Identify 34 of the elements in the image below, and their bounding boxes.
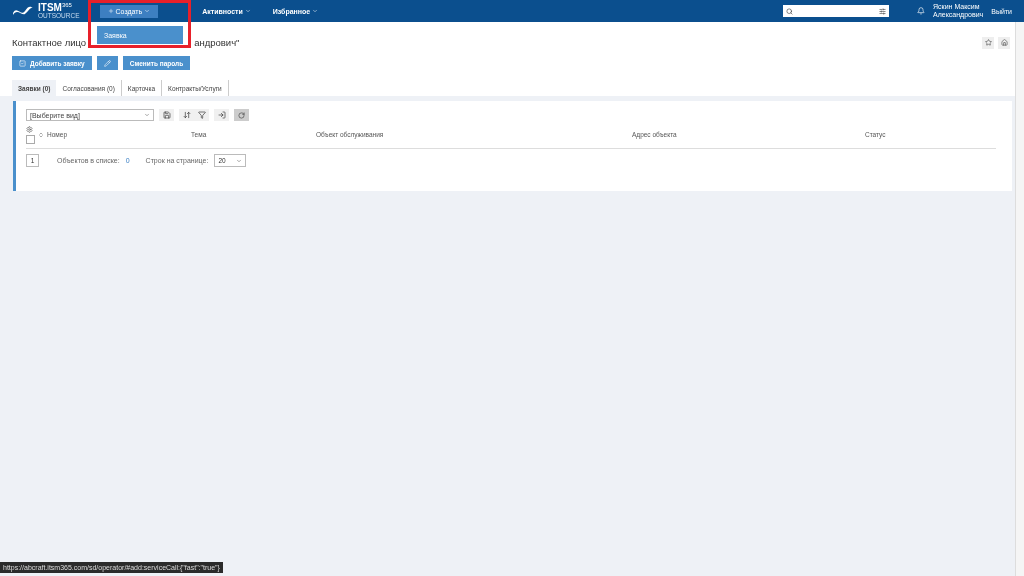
- select-all-checkbox[interactable]: [26, 134, 35, 144]
- filter-button[interactable]: [194, 109, 209, 121]
- home-icon: [1000, 39, 1008, 47]
- caret-icon: [244, 8, 251, 14]
- settings-icon: [26, 125, 33, 133]
- sort-icon: [182, 111, 191, 119]
- bell-icon: [917, 7, 926, 15]
- export-button[interactable]: [214, 109, 229, 121]
- edit-button[interactable]: [96, 56, 118, 71]
- plus-icon: [107, 8, 114, 14]
- sort-button[interactable]: [179, 109, 194, 121]
- favorite-button[interactable]: [982, 36, 994, 49]
- refresh-icon: [238, 111, 245, 119]
- scrollbar[interactable]: [1015, 22, 1024, 576]
- filter-settings-icon: [879, 7, 887, 15]
- home-button[interactable]: [998, 36, 1010, 49]
- refresh-button[interactable]: [234, 109, 249, 121]
- search-icon: [786, 7, 794, 15]
- filter-icon: [197, 111, 206, 119]
- sort-icon: [38, 131, 44, 138]
- page-title: Контактное лицо: [12, 37, 87, 49]
- caret-icon: [236, 157, 243, 164]
- logo-text: ITSM$^{365}$: [38, 2, 72, 14]
- search-field[interactable]: [783, 5, 890, 17]
- save-icon: [162, 111, 171, 119]
- star-icon: [984, 39, 992, 47]
- page-title: андрович": [194, 37, 240, 49]
- caret-icon: [144, 8, 151, 14]
- export-icon: [217, 111, 226, 119]
- caret-icon: [144, 112, 150, 118]
- pencil-icon: [103, 59, 111, 67]
- caret-icon: [312, 8, 319, 14]
- save-button[interactable]: [159, 109, 174, 121]
- checkbox-icon: [19, 59, 26, 67]
